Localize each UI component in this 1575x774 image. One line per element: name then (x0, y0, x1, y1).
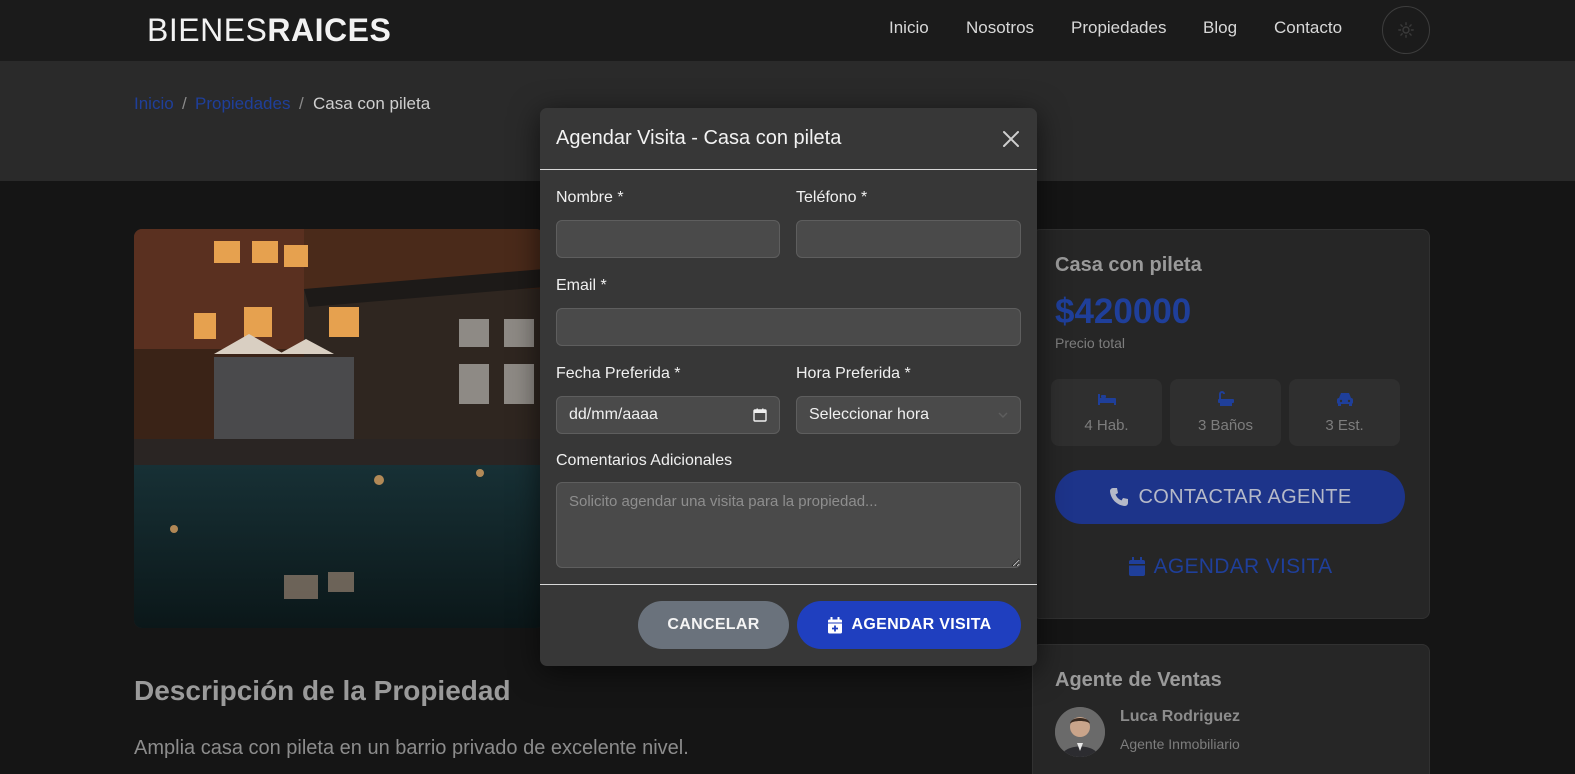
nav-propiedades[interactable]: Propiedades (1071, 18, 1166, 38)
feature-bathrooms: 3 Baños (1170, 379, 1281, 446)
car-icon (1336, 393, 1353, 406)
calendar-icon (753, 408, 767, 422)
property-photo (134, 229, 544, 628)
agent-avatar (1055, 707, 1105, 757)
description-title: Descripción de la Propiedad (134, 675, 511, 706)
close-icon (1003, 131, 1019, 147)
nav-inicio[interactable]: Inicio (889, 18, 929, 38)
agent-role: Agente Inmobiliario (1120, 736, 1240, 752)
breadcrumb-inicio[interactable]: Inicio (134, 94, 174, 114)
property-summary-card: Casa con pileta $420000 Precio total 4 H… (1032, 229, 1430, 619)
property-title: Casa con pileta (1055, 254, 1202, 276)
submit-visit-button[interactable]: AGENDAR VISITA (797, 601, 1021, 649)
breadcrumb-separator: / (299, 94, 304, 113)
schedule-visit-modal: Agendar Visita - Casa con pileta Nombre … (540, 108, 1037, 666)
cancel-button[interactable]: CANCELAR (638, 601, 789, 649)
bed-icon (1097, 394, 1116, 405)
nav-blog[interactable]: Blog (1203, 18, 1237, 38)
name-input[interactable] (556, 220, 780, 258)
feature-label: 3 Est. (1325, 417, 1364, 434)
modal-footer: CANCELAR AGENDAR VISITA (540, 584, 1037, 666)
agent-name: Luca Rodriguez (1120, 708, 1241, 725)
calendar-plus-icon (827, 616, 842, 633)
sun-icon (1398, 22, 1414, 38)
comments-textarea[interactable] (556, 482, 1021, 568)
property-price: $420000 (1055, 292, 1192, 331)
modal-close-button[interactable] (999, 127, 1023, 151)
date-input[interactable]: dd/mm/aaaa (556, 396, 780, 434)
modal-title: Agendar Visita - Casa con pileta (556, 127, 842, 149)
date-label: Fecha Preferida * (556, 365, 681, 382)
schedule-visit-label: AGENDAR VISITA (1153, 555, 1333, 578)
comments-label: Comentarios Adicionales (556, 452, 733, 469)
logo-text-bold: RAICES (267, 12, 392, 48)
logo-text-thin: BIENES (147, 12, 268, 48)
contact-agent-button[interactable]: CONTACTAR AGENTE (1055, 470, 1405, 524)
contact-agent-label: CONTACTAR AGENTE (1138, 485, 1352, 508)
feature-label: 4 Hab. (1084, 417, 1129, 434)
price-label: Precio total (1055, 335, 1126, 351)
date-placeholder: dd/mm/aaaa (569, 406, 658, 423)
submit-visit-label: AGENDAR VISITA (851, 616, 992, 633)
phone-icon (1109, 488, 1128, 506)
name-label: Nombre * (556, 189, 624, 206)
site-logo[interactable]: BIENESRAICES (147, 12, 391, 49)
site-header: BIENESRAICES Inicio Nosotros Propiedades… (0, 0, 1575, 61)
nav-nosotros[interactable]: Nosotros (966, 18, 1034, 38)
time-label: Hora Preferida * (796, 365, 911, 382)
phone-label: Teléfono * (796, 189, 868, 206)
chevron-down-icon (998, 412, 1008, 418)
breadcrumb-separator: / (182, 94, 187, 113)
calendar-icon (1128, 557, 1145, 576)
time-select-value: Seleccionar hora (809, 406, 930, 423)
breadcrumb-propiedades[interactable]: Propiedades (195, 94, 290, 114)
description-text: Amplia casa con pileta en un barrio priv… (134, 737, 689, 759)
cancel-button-label: CANCELAR (667, 616, 760, 633)
phone-input[interactable] (796, 220, 1021, 258)
feature-label: 3 Baños (1197, 417, 1254, 434)
schedule-visit-link[interactable]: AGENDAR VISITA (1055, 550, 1405, 584)
feature-parking: 3 Est. (1289, 379, 1400, 446)
modal-header: Agendar Visita - Casa con pileta (540, 108, 1037, 170)
breadcrumb-current: Casa con pileta (313, 94, 431, 113)
bath-icon (1217, 391, 1234, 406)
time-select[interactable]: Seleccionar hora (796, 396, 1021, 434)
agent-card: Agente de Ventas Luca Rodriguez Agente I… (1032, 644, 1430, 774)
feature-bedrooms: 4 Hab. (1051, 379, 1162, 446)
nav-contacto[interactable]: Contacto (1274, 18, 1342, 38)
email-label: Email * (556, 277, 607, 294)
agent-card-title: Agente de Ventas (1055, 669, 1222, 691)
email-input[interactable] (556, 308, 1021, 346)
theme-toggle-button[interactable] (1382, 6, 1430, 54)
